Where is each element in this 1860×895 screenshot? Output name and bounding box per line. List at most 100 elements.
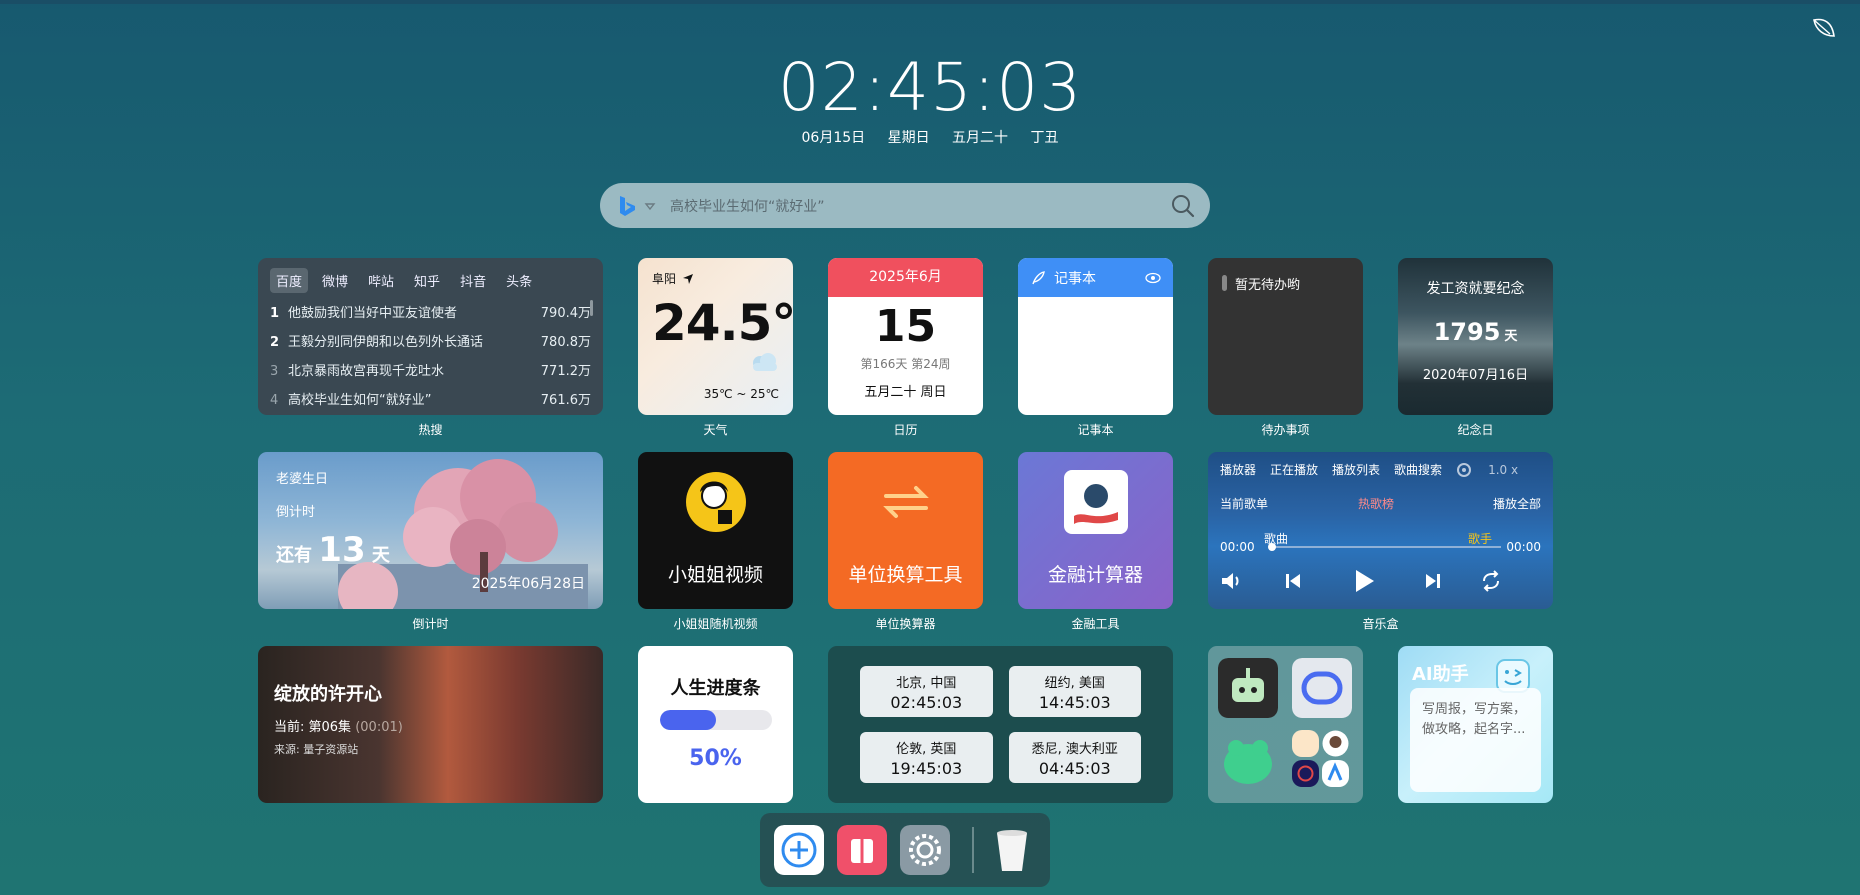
drama-ep-prefix: 当前: 第06集 [274,720,352,735]
countdown-remain: 还有 13 天 [276,530,585,570]
hot-tabs: 百度 微博 哔站 知乎 抖音 头条 [270,268,591,293]
feather-pen-icon [1032,270,1045,284]
ai-assistant-widget[interactable]: AI助手 写周报，写方案，做攻略，起名字... [1398,646,1553,803]
convert-arrows-icon [883,486,929,518]
todo-widget[interactable]: 暂无待办哟 [1208,258,1363,415]
drama-ep-time: (00:01) [355,720,403,735]
countdown-widget[interactable]: 老婆生日 倒计时 还有 13 天 2025年06月28日 [258,452,603,609]
music-tab-playing[interactable]: 正在播放 [1270,461,1318,478]
hot-label: 热搜 [418,423,443,437]
ai-prompt-box[interactable]: 写周报，写方案，做攻略，起名字... [1410,688,1541,792]
finance-widget[interactable]: 金融计算器 [1018,452,1173,609]
music-tab-search[interactable]: 歌曲搜索 [1394,461,1442,478]
drama-episode: 当前: 第06集 (00:01) [274,716,587,735]
hot-list: 1 他鼓励我们当好中亚友谊使者 790.4万 2 王毅分别同伊朗和以色列外长通话 780… [270,299,591,415]
anniv-label: 纪念日 [1457,423,1494,437]
chevron-down-icon[interactable] [644,200,656,212]
previous-icon[interactable] [1284,572,1302,590]
anniv-title: 发工资就要纪念 [1426,281,1525,297]
music-tab-list[interactable]: 播放列表 [1332,461,1380,478]
drama-widget[interactable]: 绽放的许开心 当前: 第06集 (00:01) 来源: 量子资源站 [258,646,603,803]
tab-douyin[interactable]: 抖音 [454,268,492,293]
life-progress-fill [659,710,716,730]
girl-video-widget[interactable]: 小姐姐视频 [638,452,793,609]
trash-icon[interactable] [987,825,1037,875]
countdown-text: 老婆生日 倒计时 [276,468,585,520]
drama-title: 绽放的许开心 [274,684,382,705]
next-icon[interactable] [1424,572,1442,590]
world-city: 伦敦, 英国 [896,741,957,757]
tab-zhihu[interactable]: 知乎 [408,268,446,293]
drama-source: 来源: 量子资源站 [274,743,359,756]
tool-app-icon[interactable] [1322,760,1349,787]
hot-title[interactable]: 王毅分别同伊朗和以色列外长通话 [288,328,529,357]
chart-app-icon[interactable] [1292,730,1319,757]
gift-icon[interactable] [837,825,887,875]
weather-label: 天气 [703,423,728,437]
ai-app-icon[interactable] [1292,658,1352,718]
list-item[interactable]: 2 王毅分别同伊朗和以色列外长通话 780.8万 [270,328,591,357]
hot-search-widget[interactable]: 百度 微博 哔站 知乎 抖音 头条 1 他鼓励我们当好中亚友谊使者 790.4万 2… [258,258,603,415]
weather-range: 35℃ ~ 25℃ [703,387,779,401]
calendar-month: 2025年6月 [828,258,983,297]
music-menu: 播放器 正在播放 播放列表 歌曲搜索 1.0 x [1208,452,1553,487]
music-playlist[interactable]: 热歌榜 [1358,495,1493,512]
notebook-header: 记事本 [1018,258,1173,297]
play-icon[interactable] [1352,568,1376,594]
repeat-icon[interactable] [1480,570,1502,592]
todo-empty: 暂无待办哟 [1235,278,1301,293]
date-ganzhi: 丁丑 [1030,130,1059,146]
world-clock-widget[interactable]: 北京, 中国 02:45:03 纽约, 美国 14:45:03 伦敦, 英国 19:4… [828,646,1173,803]
search-icon[interactable] [1170,193,1196,219]
avatar-app-icon[interactable] [1322,730,1349,757]
hot-title[interactable]: 高校毕业生如何“就好业” [288,386,529,415]
notebook-widget[interactable]: 记事本 [1018,258,1173,415]
list-item[interactable]: 3 北京暴雨故宫再现千龙吐水 771.2万 [270,357,591,386]
scrollbar[interactable] [590,300,593,316]
add-icon[interactable] [774,825,824,875]
music-progress[interactable]: 00:00 歌曲 歌手 00:00 [1220,532,1541,554]
hot-value: 790.4万 [540,306,591,321]
date-weekday: 星期日 [887,130,930,146]
bing-icon[interactable] [616,194,638,218]
eye-icon[interactable] [1145,272,1161,284]
anniversary-widget[interactable]: 发工资就要纪念 1795 天 2020年07月16日 [1398,258,1553,415]
music-tab-player[interactable]: 播放器 [1220,461,1256,478]
music-speed[interactable]: 1.0 x [1488,463,1518,477]
settings-icon[interactable] [900,825,950,875]
search-input[interactable]: 高校毕业生如何“就好业” [670,196,1170,216]
world-time: 19:45:03 [890,758,963,778]
money-bag-icon [1064,470,1128,534]
music-controls [1208,566,1553,596]
robot-app-icon[interactable] [1218,658,1278,718]
tab-weibo[interactable]: 微博 [316,268,354,293]
world-clock-card: 伦敦, 英国 19:45:03 [860,731,993,783]
music-widget[interactable]: 播放器 正在播放 播放列表 歌曲搜索 1.0 x 当前歌单 热歌榜 播放全部 0… [1208,452,1553,609]
todo-label: 待办事项 [1261,423,1310,437]
music-time-end: 00:00 [1506,540,1541,554]
weather-widget[interactable]: 阜阳 24.5° 35℃ ~ 25℃ [638,258,793,415]
tab-bilibili[interactable]: 哔站 [362,268,400,293]
music-play-all[interactable]: 播放全部 [1493,495,1541,512]
tab-toutiao[interactable]: 头条 [500,268,538,293]
app-folder-widget[interactable] [1208,646,1363,803]
life-progress-bar [659,710,772,730]
volume-icon[interactable] [1220,570,1244,592]
hot-title[interactable]: 他鼓励我们当好中亚友谊使者 [288,299,529,328]
dial-app-icon[interactable] [1292,760,1319,787]
calendar-label: 日历 [893,423,918,437]
leaf-icon[interactable] [1810,14,1838,42]
rank: 2 [270,335,280,350]
hot-title[interactable]: 北京暴雨故宫再现千龙吐水 [288,357,529,386]
list-item[interactable]: 4 高校毕业生如何“就好业” 761.6万 [270,386,591,415]
tab-baidu[interactable]: 百度 [270,268,309,293]
frog-app-icon[interactable] [1218,730,1278,790]
life-progress-widget[interactable]: 人生进度条 50% [638,646,793,803]
gear-icon[interactable] [1456,462,1472,478]
anniv-days: 1795 天 [1398,318,1553,346]
list-item[interactable]: 1 他鼓励我们当好中亚友谊使者 790.4万 [270,299,591,328]
music-playlist-row: 当前歌单 热歌榜 播放全部 [1208,491,1553,516]
unit-converter-widget[interactable]: 单位换算工具 [828,452,983,609]
search-bar[interactable]: 高校毕业生如何“就好业” [600,183,1210,228]
calendar-widget[interactable]: 2025年6月 15 第166天 第24周 五月二十 周日 [828,258,983,415]
